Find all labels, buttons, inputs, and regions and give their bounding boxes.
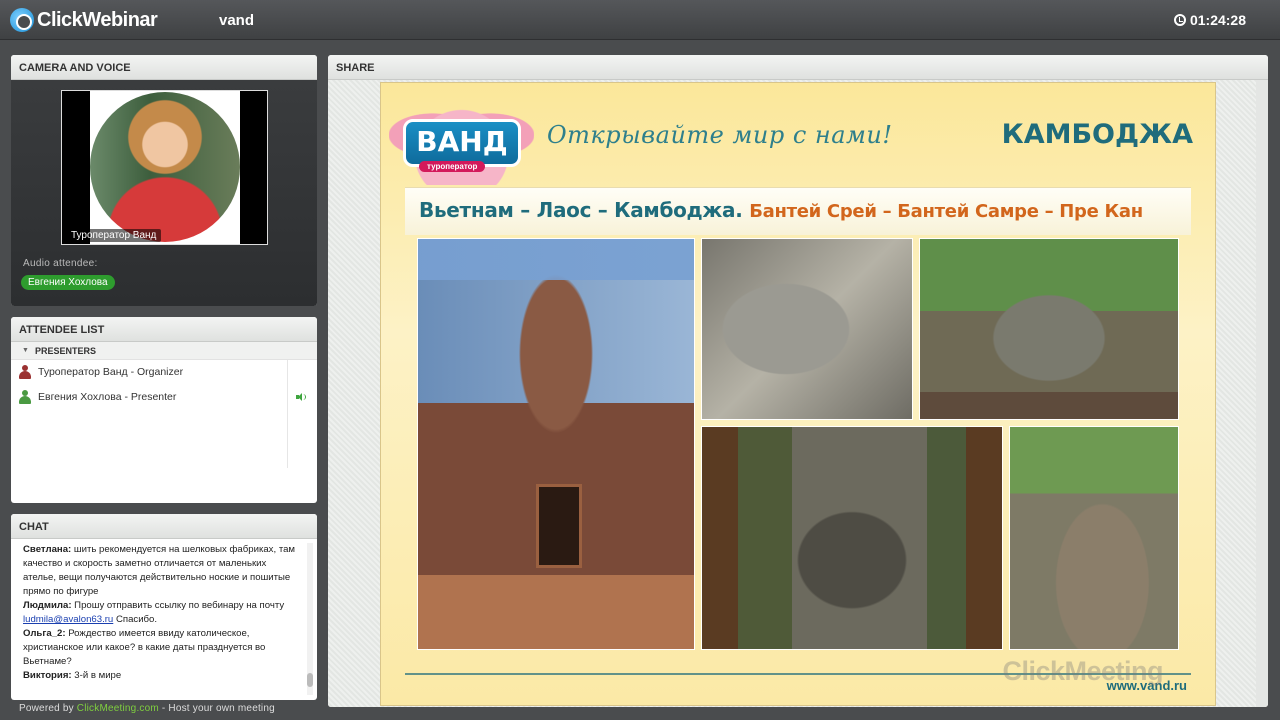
person-icon (19, 365, 31, 379)
slide-route-bar: Вьетнам – Лаос – Камбоджа. Бантей Срей –… (405, 187, 1191, 235)
clock-icon (1173, 14, 1186, 26)
person-icon (19, 390, 31, 404)
chat-message: Светлана: шить рекомендуется на шелковых… (23, 543, 299, 599)
attendee-divider (287, 360, 288, 468)
chat-author: Виктория: (23, 670, 72, 681)
attendee-row-organizer[interactable]: Туроператор Ванд - Organizer (11, 360, 317, 385)
share-panel-header: SHARE (328, 55, 1268, 80)
footer-suffix: - Host your own meeting (158, 703, 275, 714)
camera-panel-header: CAMERA AND VOICE (11, 55, 317, 80)
chat-text: Спасибо. (113, 614, 158, 625)
footer-prefix: Powered by (19, 703, 77, 714)
audio-attendee-badge[interactable]: Евгения Хохлова (21, 275, 115, 290)
room-name: vand (219, 12, 255, 29)
video-feed[interactable]: Туроператор Ванд (61, 90, 268, 245)
chat-message: Виктория: 3-й в мире (23, 669, 299, 683)
presenter-video-avatar (90, 92, 240, 242)
audio-attendee-label: Audio attendee: (23, 258, 98, 269)
footer: Powered by ClickMeeting.com - Host your … (19, 703, 275, 714)
brand-logo-sub: туроператор (419, 161, 486, 172)
attendee-panel-header: ATTENDEE LIST (11, 317, 317, 342)
brand-logo: ВАНД (403, 119, 521, 167)
temple-photo-banteay-srei (417, 238, 695, 650)
chat-email-link[interactable]: ludmila@avalon63.ru (23, 614, 113, 625)
camera-panel: CAMERA AND VOICE Туроператор Ванд Audio … (11, 55, 317, 306)
camera-body: Туроператор Ванд Audio attendee: Евгения… (11, 80, 317, 306)
attendee-label: Евгения Хохлова - Presenter (38, 391, 177, 403)
share-panel: SHARE ВАНД туроператор Открывайте мир с … (328, 55, 1268, 707)
share-scrollbar[interactable] (1256, 80, 1268, 707)
app-logo: ClickWebinar (10, 8, 158, 32)
chat-messages: Светлана: шить рекомендуется на шелковых… (11, 539, 317, 700)
stone-carving-photo (701, 238, 913, 420)
presenters-section-label: PRESENTERS (35, 346, 97, 356)
collapse-triangle-icon[interactable]: ▼ (22, 347, 29, 354)
chat-author: Светлана: (23, 544, 72, 555)
slide-country-title: КАМБОДЖА (1001, 119, 1193, 150)
app-brand: ClickWebinar (37, 8, 158, 31)
chat-panel-header: CHAT (11, 514, 317, 539)
chat-scroll-thumb[interactable] (307, 673, 313, 687)
share-area: ВАНД туроператор Открывайте мир с нами! … (328, 80, 1268, 707)
tree-roots-photo (1009, 426, 1179, 650)
route-main: Вьетнам – Лаос – Камбоджа. (419, 198, 743, 222)
chat-author: Людмила: (23, 600, 72, 611)
speaker-icon[interactable] (296, 392, 306, 402)
temple-doorway (536, 484, 582, 568)
presentation-slide: ВАНД туроператор Открывайте мир с нами! … (380, 82, 1216, 706)
ruins-photo (701, 426, 1003, 650)
chat-panel: CHAT Светлана: шить рекомендуется на шел… (11, 514, 317, 700)
presenters-section[interactable]: ▼ PRESENTERS (11, 342, 317, 360)
session-timer: 01:24:28 (1173, 12, 1246, 28)
video-image (90, 91, 240, 244)
chat-text: 3-й в мире (71, 670, 122, 681)
chat-scrollbar[interactable] (307, 543, 313, 695)
chat-message: Людмила: Прошу отправить ссылку по вебин… (23, 599, 299, 627)
attendee-row-presenter[interactable]: Евгения Хохлова - Presenter (11, 385, 317, 410)
attendee-label: Туроператор Ванд - Organizer (38, 366, 184, 378)
video-caption: Туроператор Ванд (66, 229, 162, 242)
slide-slogan: Открывайте мир с нами! (547, 121, 893, 149)
route-sub: Бантей Срей – Бантей Самре – Пре Кан (749, 201, 1143, 222)
chat-message: Ольга_2: Рождество имеется ввиду католич… (23, 627, 299, 669)
footer-brand-link[interactable]: ClickMeeting.com (77, 703, 159, 714)
logo-icon (10, 8, 34, 32)
chat-text: Прошу отправить ссылку по вебинару на по… (71, 600, 285, 611)
clickmeeting-watermark: ClickMeeting (1002, 656, 1163, 686)
chat-author: Ольга_2: (23, 628, 66, 639)
timer-value: 01:24:28 (1189, 12, 1246, 28)
top-bar: ClickWebinar vand 01:24:28 (0, 0, 1280, 40)
jungle-temple-photo (919, 238, 1179, 420)
attendee-panel: ATTENDEE LIST ▼ PRESENTERS Туроператор В… (11, 317, 317, 503)
